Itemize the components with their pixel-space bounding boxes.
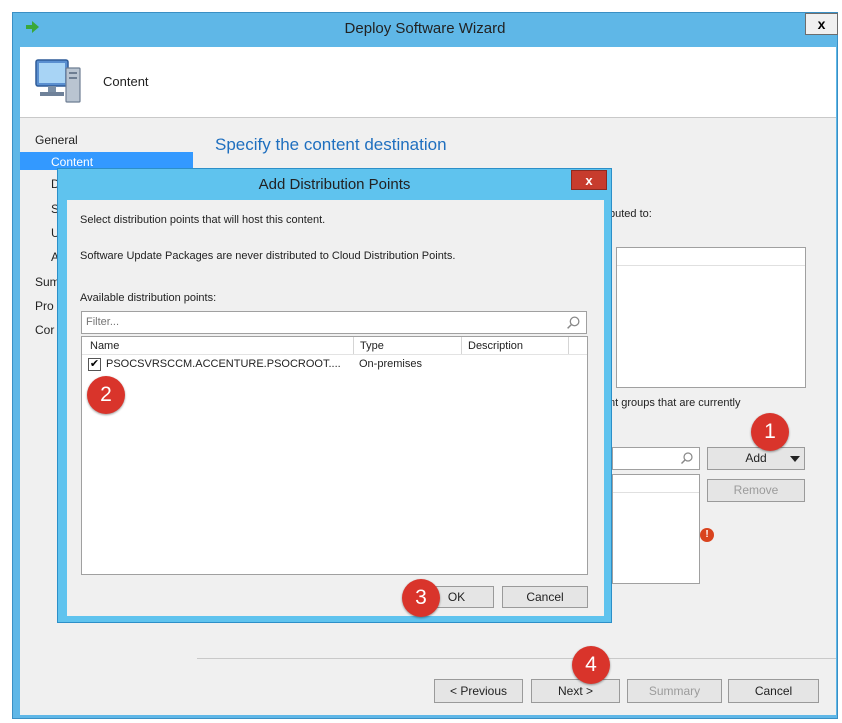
dialog-cancel-button[interactable]: Cancel <box>502 586 588 608</box>
nav-item-progress[interactable]: Pro <box>35 299 54 313</box>
page-title: Specify the content destination <box>215 135 447 154</box>
column-header-name[interactable]: Name <box>90 338 119 355</box>
dialog-note-text: Software Update Packages are never distr… <box>80 250 456 262</box>
header-title: Content <box>103 74 149 89</box>
callout-2: 2 <box>87 376 125 414</box>
search-icon <box>681 452 693 464</box>
filter-input[interactable] <box>86 314 556 330</box>
search-icon <box>567 316 580 329</box>
column-header-description[interactable]: Description <box>468 338 523 355</box>
callout-3: 3 <box>402 579 440 617</box>
next-button[interactable]: Next > <box>531 679 620 703</box>
list-header <box>613 475 699 493</box>
column-divider <box>353 337 354 354</box>
groups-list[interactable] <box>612 474 700 584</box>
nav-item-general[interactable]: General <box>35 133 78 147</box>
groups-search-input[interactable] <box>612 447 700 470</box>
dialog-close-button[interactable]: x <box>571 170 607 190</box>
summary-button[interactable]: Summary <box>627 679 722 703</box>
window-close-button[interactable]: x <box>805 13 838 35</box>
list-header <box>617 248 805 266</box>
add-label: Add <box>745 451 767 465</box>
dialog-title: Add Distribution Points <box>258 176 411 193</box>
nav-item-summary[interactable]: Sum <box>35 275 60 289</box>
error-icon: ! <box>700 528 714 542</box>
dropdown-arrow-icon[interactable] <box>790 456 800 462</box>
dialog-instruction-text: Select distribution points that will hos… <box>80 214 326 226</box>
remove-button[interactable]: Remove <box>707 479 805 502</box>
window-title: Deploy Software Wizard <box>344 20 506 37</box>
nav-item-content[interactable]: Content <box>51 155 93 169</box>
row-name: PSOCSVRSCCM.ACCENTURE.PSOCROOT.... <box>106 358 341 370</box>
content-text-fragment-2: nt groups that are currently <box>609 397 741 409</box>
column-divider <box>568 337 569 354</box>
add-button[interactable]: Add <box>707 447 805 470</box>
column-header-type[interactable]: Type <box>360 338 384 355</box>
cancel-button[interactable]: Cancel <box>728 679 819 703</box>
footer-divider <box>197 658 836 659</box>
column-divider <box>461 337 462 354</box>
callout-4: 4 <box>572 646 610 684</box>
content-destination-list[interactable] <box>616 247 806 388</box>
nav-item-completion[interactable]: Cor <box>35 323 54 337</box>
callout-1: 1 <box>751 413 789 451</box>
row-checkbox[interactable]: ✔ <box>88 358 101 371</box>
computer-icon <box>35 59 81 103</box>
content-text-fragment-1: buted to: <box>609 208 652 220</box>
previous-button[interactable]: < Previous <box>434 679 523 703</box>
available-dp-label: Available distribution points: <box>80 292 217 304</box>
row-type: On-premises <box>359 358 422 370</box>
